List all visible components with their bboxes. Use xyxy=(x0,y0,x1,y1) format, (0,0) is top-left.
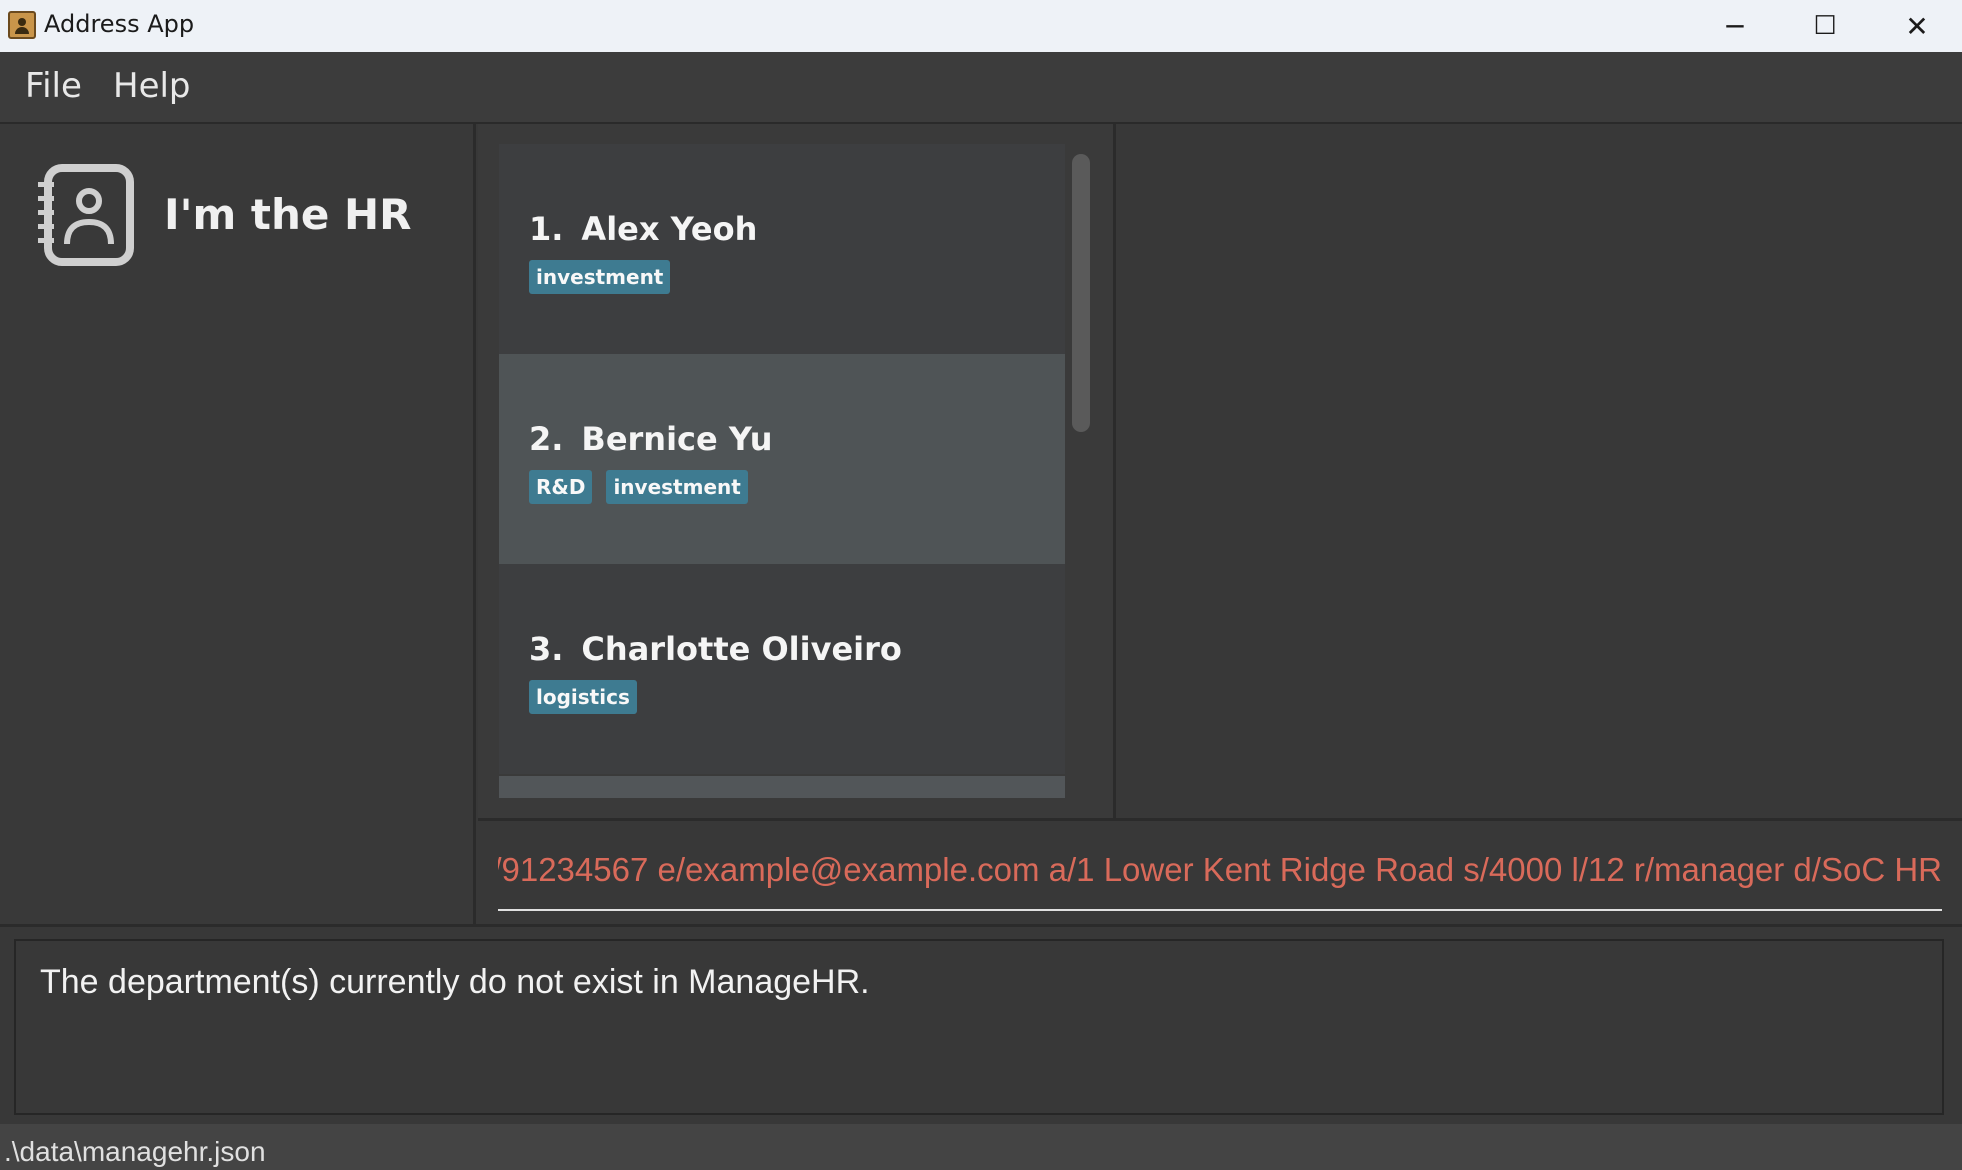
tag: investment xyxy=(529,260,671,294)
person-card-selected[interactable]: 2. Bernice Yu R&D investment xyxy=(499,354,1065,564)
command-input[interactable] xyxy=(498,831,1942,911)
person-index: 2. xyxy=(529,420,564,458)
status-bar: .\data\managehr.json xyxy=(0,1124,1962,1170)
person-list: 1. Alex Yeoh investment 2. Bernice Yu R&D … xyxy=(478,124,1116,818)
list-scrollbar[interactable] xyxy=(1072,154,1090,432)
maximize-button[interactable]: ☐ xyxy=(1780,0,1870,52)
tag-list: logistics xyxy=(529,680,637,714)
menu-help[interactable]: Help xyxy=(113,66,191,106)
command-box xyxy=(478,818,1962,924)
result-message: The department(s) currently do not exist… xyxy=(40,963,870,1001)
person-name: Bernice Yu xyxy=(581,420,773,458)
detail-panel xyxy=(1118,124,1962,818)
result-panel: The department(s) currently do not exist… xyxy=(0,924,1962,1124)
person-name-row: 3. Charlotte Oliveiro xyxy=(529,630,902,668)
address-book-icon xyxy=(38,164,134,266)
person-name: Alex Yeoh xyxy=(581,210,758,248)
result-display[interactable]: The department(s) currently do not exist… xyxy=(14,939,1944,1115)
person-index: 1. xyxy=(529,210,564,248)
app-heading: I'm the HR xyxy=(164,190,412,239)
save-file-path: .\data\managehr.json xyxy=(4,1136,266,1167)
person-card-partial[interactable] xyxy=(499,776,1065,798)
close-button[interactable]: ✕ xyxy=(1872,0,1962,52)
sidebar-panel: I'm the HR xyxy=(0,124,476,924)
menu-file[interactable]: File xyxy=(25,66,82,106)
minimize-button[interactable]: ─ xyxy=(1690,0,1780,52)
tag: investment xyxy=(606,470,748,504)
tag: logistics xyxy=(529,680,637,714)
person-name-row: 2. Bernice Yu xyxy=(529,420,772,458)
person-name: Charlotte Oliveiro xyxy=(581,630,902,668)
menu-bar: File Help xyxy=(0,52,1962,124)
app-icon xyxy=(8,11,36,39)
tag-list: investment xyxy=(529,260,671,294)
person-card[interactable]: 1. Alex Yeoh investment xyxy=(499,144,1065,354)
person-name-row: 1. Alex Yeoh xyxy=(529,210,757,248)
tag-list: R&D investment xyxy=(529,470,748,504)
title-bar: Address App ─ ☐ ✕ xyxy=(0,0,1962,52)
window-title: Address App xyxy=(44,10,195,38)
person-index: 3. xyxy=(529,630,564,668)
tag: R&D xyxy=(529,470,593,504)
person-card[interactable]: 3. Charlotte Oliveiro logistics xyxy=(499,564,1065,774)
